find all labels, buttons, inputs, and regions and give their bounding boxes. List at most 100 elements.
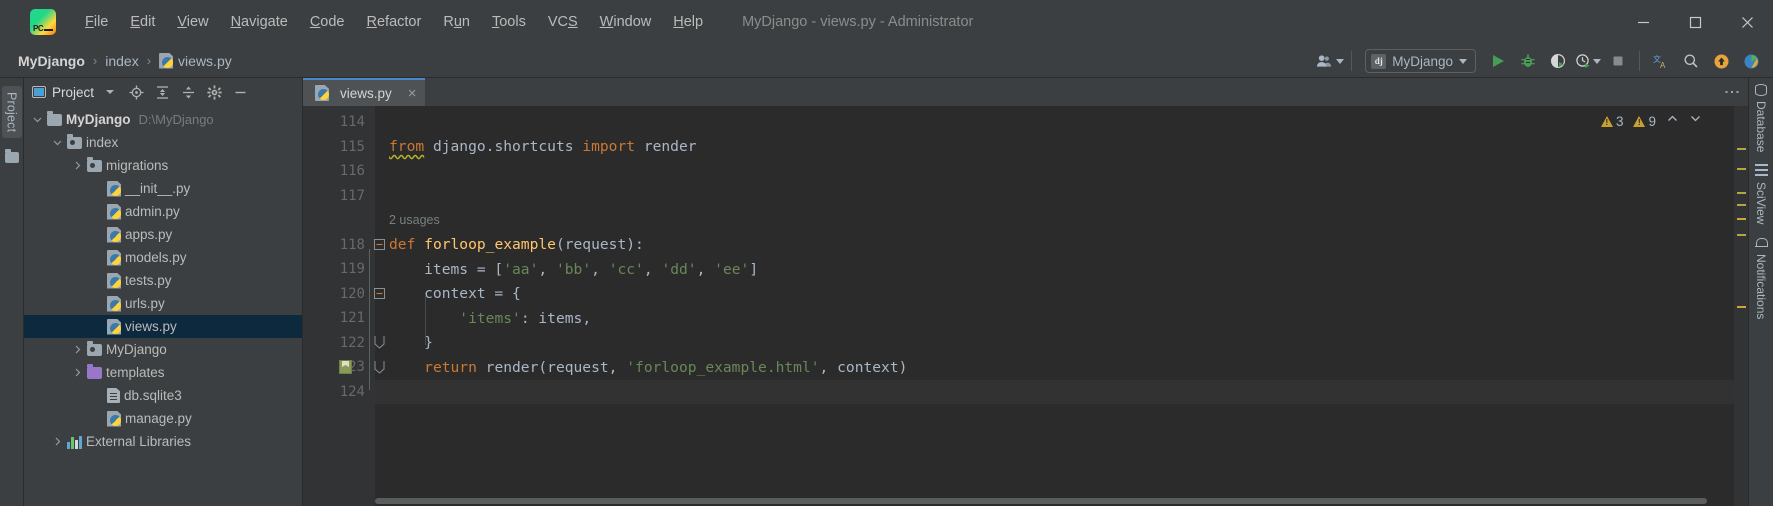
tree-item-label: views.py [125,319,177,334]
debug-button[interactable] [1514,48,1542,74]
menu-refactor[interactable]: Refactor [356,10,433,34]
folder-icon[interactable] [4,149,19,164]
minimize-button[interactable] [1617,0,1669,44]
tree-item-migrations[interactable]: migrations [24,154,302,177]
tree-item-mydjango[interactable]: MyDjango [24,338,302,361]
tree-item-manage-py[interactable]: manage.py [24,407,302,430]
close-tab-icon[interactable]: × [408,86,417,101]
code-line[interactable]: from django.shortcuts import render [375,135,1748,160]
update-icon[interactable] [1707,48,1735,74]
maximize-button[interactable] [1669,0,1721,44]
tool-window-tab-sciview[interactable]: SciView [1754,164,1768,225]
warning-count-secondary[interactable]: 9 [1633,114,1656,129]
locate-icon[interactable] [126,82,146,102]
tool-window-tab-project[interactable]: Project [1,86,22,139]
editor-gutter[interactable]: 114 115 116 117 118 119 120 121 122 123 124 [303,106,385,506]
editor-tab-views-py[interactable]: views.py × [303,78,425,106]
tree-expand-arrow-icon[interactable] [70,345,84,354]
tree-item-label: __init__.py [125,181,191,196]
tree-item-views-py[interactable]: views.py [24,315,302,338]
profile-button[interactable] [1574,48,1602,74]
settings-gear-icon[interactable] [204,82,224,102]
search-everywhere-icon[interactable] [1677,48,1705,74]
tree-item-apps-py[interactable]: apps.py [24,223,302,246]
editor-tab-actions: ⋮ [1720,78,1742,106]
scrollbar-thumb[interactable] [375,498,1707,504]
expand-all-icon[interactable] [152,82,172,102]
menu-tools[interactable]: Tools [481,10,537,34]
run-button[interactable] [1484,48,1512,74]
menu-help[interactable]: Help [662,10,714,34]
chevron-up-icon[interactable] [1666,112,1679,130]
code-line[interactable] [375,159,1748,184]
code-editor[interactable]: 114 115 116 117 118 119 120 121 122 123 124 from d… [303,106,1748,506]
menu-navigate[interactable]: Navigate [220,10,299,34]
code-line[interactable] [375,110,1748,135]
tree-expand-arrow-icon[interactable] [50,437,64,446]
breadcrumb-label: MyDjango [18,52,85,69]
notifications-bell-icon [1755,237,1768,249]
run-configuration-selector[interactable]: dj MyDjango [1365,49,1476,73]
menu-view[interactable]: View [166,10,219,34]
bookmark-icon[interactable] [339,360,352,375]
tree-expand-arrow-icon[interactable] [70,161,84,170]
tree-item-label: models.py [125,250,187,265]
tree-item-db-sqlite3[interactable]: db.sqlite3 [24,384,302,407]
code-line[interactable]: return render(request, 'forloop_example.… [375,355,1748,380]
menu-file[interactable]: File [74,10,119,34]
code-token: (request): [555,236,644,254]
tree-expand-arrow-icon[interactable] [70,368,84,377]
hide-panel-icon[interactable] [230,82,250,102]
python-file-icon [107,295,121,312]
run-with-coverage-button[interactable] [1544,48,1572,74]
tree-expand-arrow-icon[interactable] [30,115,44,124]
code-inlay-hint[interactable]: 2 usages [375,208,1748,233]
code-line[interactable] [375,379,1748,404]
plugin-icon[interactable] [1737,48,1765,74]
dropdown-caret-icon[interactable] [100,82,120,102]
code-line[interactable]: items = ['aa', 'bb', 'cc', 'dd', 'ee'] [375,257,1748,282]
menu-run[interactable]: Run [432,10,481,34]
menu-vcs[interactable]: VCS [537,10,589,34]
tree-item-mydjango[interactable]: MyDjango D:\MyDjango [24,108,302,131]
usages-inlay-hint[interactable]: 2 usages [389,213,440,227]
tool-window-tab-notifications[interactable]: Notifications [1754,237,1768,319]
code-line[interactable]: 'items': items, [375,306,1748,331]
marker-warning [1737,234,1746,236]
tree-item-external-libraries[interactable]: External Libraries [24,430,302,453]
tree-item-templates[interactable]: templates [24,361,302,384]
code-line[interactable] [375,184,1748,209]
horizontal-scrollbar[interactable] [375,496,1734,506]
tree-item-urls-py[interactable]: urls.py [24,292,302,315]
code-content[interactable]: from django.shortcuts import render 2 usa… [375,106,1748,506]
code-line[interactable]: } [375,331,1748,356]
tree-item-models-py[interactable]: models.py [24,246,302,269]
tree-expand-arrow-icon[interactable] [50,138,64,147]
line-number: 119 [339,261,365,278]
menu-edit[interactable]: Edit [119,10,166,34]
chevron-down-icon[interactable] [1689,112,1702,130]
user-account-icon[interactable] [1316,48,1345,74]
breadcrumb-item-project[interactable]: MyDjango [14,51,89,71]
code-line[interactable]: context = { [375,282,1748,307]
tree-item-index[interactable]: index [24,131,302,154]
code-line[interactable]: def forloop_example (request): [375,233,1748,258]
more-options-icon[interactable]: ⋮ [1720,84,1742,101]
line-number: 115 [339,138,365,155]
close-button[interactable] [1721,0,1773,44]
stop-button[interactable] [1604,48,1632,74]
breadcrumb-item-file[interactable]: views.py [155,51,236,71]
breadcrumb-item-index[interactable]: index [101,51,142,71]
tool-window-tab-database[interactable]: Database [1754,84,1768,152]
tree-item-tests-py[interactable]: tests.py [24,269,302,292]
tree-item---init---py[interactable]: __init__.py [24,177,302,200]
menu-window[interactable]: Window [589,10,663,34]
collapse-all-icon[interactable] [178,82,198,102]
warning-count-primary[interactable]: 3 [1600,114,1623,129]
editor-marker-bar[interactable] [1734,106,1748,506]
menu-code[interactable]: Code [299,10,356,34]
translate-icon[interactable]: 文 A [1647,48,1675,74]
tree-item-admin-py[interactable]: admin.py [24,200,302,223]
line-number-119: 119 [303,257,375,282]
line-number: 117 [339,187,365,204]
